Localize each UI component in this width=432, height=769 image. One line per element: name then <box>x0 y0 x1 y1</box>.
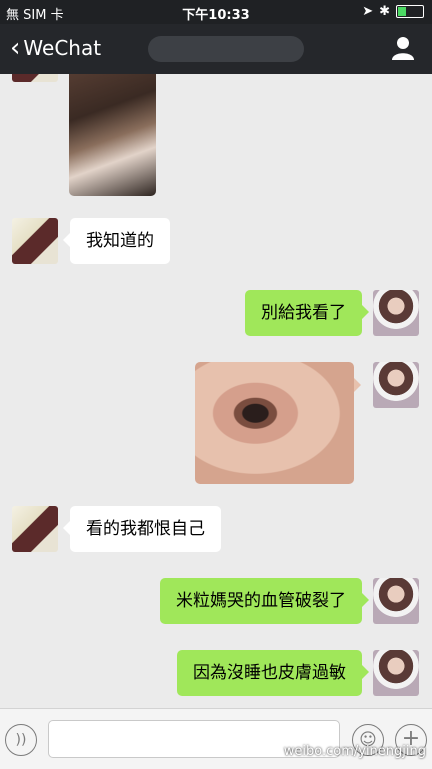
status-bar: 無 SIM 卡 下午10:33 ➤ ✱ <box>0 0 432 24</box>
bluetooth-icon: ✱ <box>379 4 390 19</box>
nav-bar: ‹ WeChat <box>0 24 432 74</box>
user-avatar[interactable] <box>373 578 419 624</box>
contact-avatar[interactable] <box>12 218 58 264</box>
weibo-watermark: weibo.com/yinengjing <box>283 744 426 759</box>
input-bar: )) ☺ + <box>0 708 432 769</box>
back-label: WeChat <box>23 36 102 60</box>
message-bubble-received[interactable]: 我知道的 <box>63 218 170 264</box>
user-avatar[interactable] <box>373 362 419 408</box>
voice-input-icon[interactable]: )) <box>5 724 37 756</box>
chevron-left-icon: ‹ <box>10 33 21 63</box>
location-icon: ➤ <box>362 4 374 19</box>
battery-icon <box>396 5 424 18</box>
message-bubble-sent[interactable]: 因為沒睡也皮膚過敏 <box>177 650 369 696</box>
back-button[interactable]: ‹ WeChat <box>10 35 101 61</box>
eye-photo[interactable] <box>195 362 361 484</box>
contact-avatar[interactable] <box>12 74 58 82</box>
user-avatar[interactable] <box>373 650 419 696</box>
chat-area[interactable]: 我知道的 別給我看了 看的我都恨自己 米粒媽哭的血管破裂了 因為沒睡也皮膚過敏 <box>0 74 432 708</box>
message-bubble-received[interactable]: 看的我都恨自己 <box>63 506 221 552</box>
message-bubble-sent[interactable]: 別給我看了 <box>245 290 369 336</box>
user-avatar[interactable] <box>373 290 419 336</box>
baby-photo[interactable] <box>69 74 156 196</box>
contact-profile-icon[interactable] <box>390 35 416 61</box>
message-bubble-sent[interactable]: 米粒媽哭的血管破裂了 <box>160 578 369 624</box>
contact-avatar[interactable] <box>12 506 58 552</box>
status-icons: ➤ ✱ <box>362 4 424 19</box>
chat-title <box>148 36 304 62</box>
